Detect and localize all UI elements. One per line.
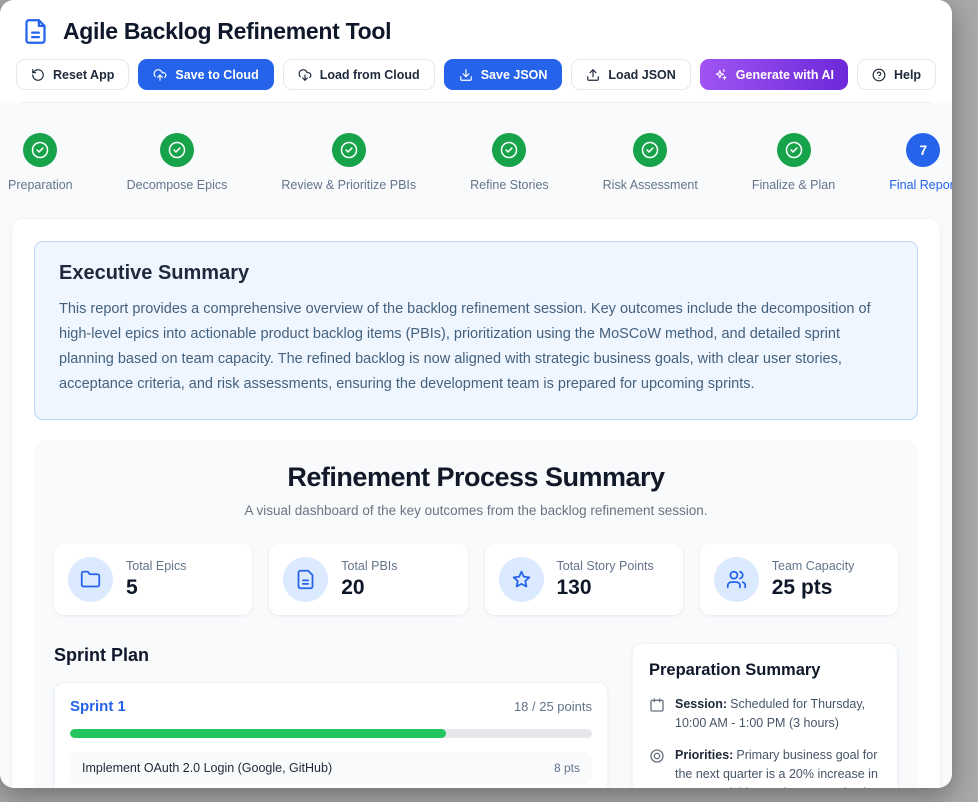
step-label: Refine Stories — [470, 178, 549, 192]
step-label: Review & Prioritize PBIs — [281, 178, 416, 192]
sprint-points-label: 18 / 25 points — [514, 699, 592, 714]
load-from-cloud-button[interactable]: Load from Cloud — [283, 59, 435, 90]
step-label: Decompose Epics — [127, 178, 228, 192]
step-label: Final Report — [889, 178, 952, 192]
reset-icon — [31, 68, 45, 82]
step-check-circle-icon[interactable] — [160, 133, 194, 167]
load-from-cloud-label: Load from Cloud — [320, 68, 420, 82]
save-to-cloud-button[interactable]: Save to Cloud — [138, 59, 273, 90]
executive-summary-box: Executive Summary This report provides a… — [34, 241, 918, 420]
team-icon — [714, 557, 759, 602]
stat-label: Team Capacity — [772, 559, 855, 573]
stat-card-team-capacity: Team Capacity 25 pts — [700, 544, 898, 615]
stat-card-total-story-points: Total Story Points 130 — [485, 544, 683, 615]
load-json-button[interactable]: Load JSON — [571, 59, 690, 90]
star-icon — [499, 557, 544, 602]
generate-with-ai-button[interactable]: Generate with AI — [700, 59, 848, 90]
step-label: Preparation — [8, 178, 73, 192]
step-finalize-plan: Finalize & Plan — [752, 133, 835, 192]
stat-card-total-epics: Total Epics 5 — [54, 544, 252, 615]
executive-summary-body: This report provides a comprehensive ove… — [59, 297, 893, 397]
stats-row: Total Epics 5 Total PBIs 20 — [54, 544, 898, 615]
file-text-icon — [283, 557, 328, 602]
step-decompose-epics: Decompose Epics — [127, 133, 228, 192]
prep-item-priorities: Priorities:Primary business goal for the… — [649, 746, 881, 788]
sparkles-icon — [714, 68, 728, 82]
stat-label: Total Epics — [126, 559, 186, 573]
stat-value: 5 — [126, 576, 186, 600]
stat-label: Total PBIs — [341, 559, 397, 573]
app-logo-document-icon — [22, 18, 49, 45]
page-title: Agile Backlog Refinement Tool — [63, 18, 391, 45]
step-label: Risk Assessment — [603, 178, 698, 192]
prep-item-label: Priorities: — [675, 748, 736, 762]
download-icon — [459, 68, 473, 82]
folder-icon — [68, 557, 113, 602]
save-json-button[interactable]: Save JSON — [444, 59, 563, 90]
sprint-plan-heading: Sprint Plan — [54, 645, 608, 666]
sprint-plan-section: Sprint Plan Sprint 1 18 / 25 points Impl… — [54, 643, 608, 788]
sprint-item-name: Implement OAuth 2.0 Login (Google, GitHu… — [82, 761, 332, 775]
step-check-circle-icon[interactable] — [777, 133, 811, 167]
prep-item-label: Session: — [675, 697, 730, 711]
calendar-icon — [649, 697, 665, 713]
preparation-summary-card: Preparation Summary Session:Scheduled fo… — [632, 643, 898, 788]
stat-card-total-pbis: Total PBIs 20 — [269, 544, 467, 615]
load-json-label: Load JSON — [608, 68, 675, 82]
toolbar: Reset App Save to Cloud Load from Cloud … — [16, 59, 930, 102]
stat-value: 25 pts — [772, 576, 855, 600]
cloud-download-icon — [298, 68, 312, 82]
preparation-summary-title: Preparation Summary — [649, 661, 881, 680]
app-window: Agile Backlog Refinement Tool Reset App … — [0, 0, 952, 788]
reset-app-button[interactable]: Reset App — [16, 59, 129, 90]
step-check-circle-icon[interactable] — [492, 133, 526, 167]
help-button[interactable]: Help — [857, 59, 936, 90]
dashboard-subtitle: A visual dashboard of the key outcomes f… — [54, 503, 898, 518]
dashboard-title: Refinement Process Summary — [54, 462, 898, 493]
refinement-summary-panel: Refinement Process Summary A visual dash… — [34, 440, 918, 788]
step-refine-stories: Refine Stories — [470, 133, 549, 192]
report-card: Executive Summary This report provides a… — [12, 219, 940, 788]
help-label: Help — [894, 68, 921, 82]
sprint-item-points: 8 pts — [554, 761, 580, 775]
progress-stepper: Preparation Decompose Epics Review & Pri… — [0, 103, 952, 215]
sprint-item-row: Implement OAuth 2.0 Login (Google, GitHu… — [70, 752, 592, 784]
app-header: Agile Backlog Refinement Tool Reset App … — [0, 0, 952, 103]
target-icon — [649, 748, 665, 764]
stat-label: Total Story Points — [557, 559, 654, 573]
executive-summary-title: Executive Summary — [59, 262, 893, 285]
step-review-prioritize: Review & Prioritize PBIs — [281, 133, 416, 192]
save-to-cloud-label: Save to Cloud — [175, 68, 258, 82]
step-check-circle-icon[interactable] — [633, 133, 667, 167]
sprint-card: Sprint 1 18 / 25 points Implement OAuth … — [54, 682, 608, 788]
step-check-circle-icon[interactable] — [332, 133, 366, 167]
sprint-progress-track — [70, 729, 592, 738]
step-final-report: 7 Final Report — [889, 133, 952, 192]
help-circle-icon — [872, 68, 886, 82]
step-risk-assessment: Risk Assessment — [603, 133, 698, 192]
generate-with-ai-label: Generate with AI — [736, 68, 834, 82]
step-label: Finalize & Plan — [752, 178, 835, 192]
save-json-label: Save JSON — [481, 68, 548, 82]
stat-value: 20 — [341, 576, 397, 600]
sprint-name: Sprint 1 — [70, 698, 126, 715]
cloud-upload-icon — [153, 68, 167, 82]
prep-item-session: Session:Scheduled for Thursday, 10:00 AM… — [649, 695, 881, 733]
sprint-progress-fill — [70, 729, 446, 738]
sprint-items-list: Implement OAuth 2.0 Login (Google, GitHu… — [70, 752, 592, 788]
step-preparation: Preparation — [8, 133, 73, 192]
upload-icon — [586, 68, 600, 82]
step-check-circle-icon[interactable] — [23, 133, 57, 167]
stat-value: 130 — [557, 576, 654, 600]
reset-app-label: Reset App — [53, 68, 114, 82]
step-number-circle[interactable]: 7 — [906, 133, 940, 167]
